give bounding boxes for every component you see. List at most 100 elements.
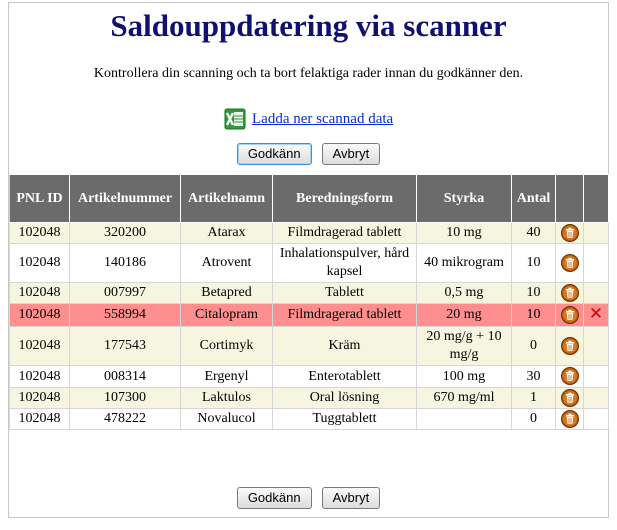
error-cell [583,386,609,409]
dosage-form-cell: Filmdragerad tablett [272,221,417,245]
article-name-cell: Novalucol [180,407,273,431]
approve-button-top[interactable]: Godkänn [236,143,312,165]
article-number-cell: 140186 [69,243,181,284]
article-number-cell: 320200 [69,221,181,245]
error-cell [583,282,609,305]
trash-icon[interactable] [560,367,579,386]
table-row: 102048 107300 Laktulos Oral lösning 670 mg/m… [9,386,609,409]
delete-cell [555,407,584,431]
x-mark-icon: ✕ [588,304,604,325]
dosage-form-cell: Oral lösning [272,386,417,409]
strength-cell: 20 mg/g + 10 mg/g [416,326,512,367]
top-button-row: Godkänn Avbryt [0,143,617,165]
article-number-cell: 478222 [69,407,181,431]
article-name-cell: Betapred [180,282,273,305]
bottom-button-row: Godkänn Avbryt [0,487,617,509]
table-header-row: PNL ID Artikelnummer Artikelnamn Berednings… [9,174,609,223]
pnl-id-cell: 102048 [9,386,70,409]
error-cell: ✕ [583,303,609,328]
error-cell [583,365,609,388]
dosage-form-cell: Enterotablett [272,365,417,388]
quantity-cell: 1 [511,386,556,409]
table-row: 102048 558994 Citalopram Filmdragerad table… [9,303,609,328]
header-dosage-form: Beredningsform [272,174,417,223]
trash-icon[interactable] [560,254,579,273]
article-number-cell: 558994 [69,303,181,328]
dosage-form-cell: Tuggtablett [272,407,417,431]
strength-cell: 20 mg [416,303,512,328]
table-row: 102048 007997 Betapred Tablett 0,5 mg 10 [9,282,609,305]
quantity-cell: 40 [511,221,556,245]
pnl-id-cell: 102048 [9,407,70,431]
delete-cell [555,243,584,284]
table-row: 102048 320200 Atarax Filmdragerad tablett 10… [9,221,609,245]
delete-cell [555,282,584,305]
strength-cell: 40 mikrogram [416,243,512,284]
delete-cell [555,365,584,388]
table-row: 102048 177543 Cortimyk Kräm 20 mg/g + 10 mg/… [9,326,609,367]
instruction-text: Kontrollera din scanning och ta bort fel… [93,66,524,81]
header-delete [555,174,584,223]
error-cell [583,243,609,284]
pnl-id-cell: 102048 [9,243,70,284]
article-number-cell: 007997 [69,282,181,305]
pnl-id-cell: 102048 [9,282,70,305]
delete-cell [555,221,584,245]
strength-cell: 670 mg/ml [416,386,512,409]
cancel-button-bottom[interactable]: Avbryt [321,487,381,509]
article-number-cell: 107300 [69,386,181,409]
strength-cell: 100 mg [416,365,512,388]
header-error [583,174,609,223]
dosage-form-cell: Filmdragerad tablett [272,303,417,328]
article-number-cell: 177543 [69,326,181,367]
table-row: 102048 478222 Novalucol Tuggtablett 0 [9,407,609,431]
scanned-items-table: PNL ID Artikelnummer Artikelnamn Berednings… [9,174,609,431]
article-name-cell: Atarax [180,221,273,245]
quantity-cell: 0 [511,407,556,431]
trash-icon[interactable] [560,284,579,303]
article-name-cell: Citalopram [180,303,273,328]
download-link[interactable]: Ladda ner scannad data [252,111,393,128]
pnl-id-cell: 102048 [9,365,70,388]
trash-icon[interactable] [560,306,579,325]
quantity-cell: 0 [511,326,556,367]
dosage-form-cell: Kräm [272,326,417,367]
strength-cell [416,407,512,431]
delete-cell [555,303,584,328]
page-title: Saldouppdatering via scanner [110,8,507,43]
header-article-number: Artikelnummer [69,174,181,223]
quantity-cell: 10 [511,282,556,305]
header-article-name: Artikelnamn [180,174,273,223]
trash-icon[interactable] [560,388,579,407]
article-name-cell: Cortimyk [180,326,273,367]
cancel-button-top[interactable]: Avbryt [321,143,381,165]
quantity-cell: 30 [511,365,556,388]
delete-cell [555,386,584,409]
article-number-cell: 008314 [69,365,181,388]
pnl-id-cell: 102048 [9,326,70,367]
dosage-form-cell: Tablett [272,282,417,305]
quantity-cell: 10 [511,303,556,328]
dosage-form-cell: Inhalationspulver, hård kapsel [272,243,417,284]
error-cell [583,407,609,431]
article-name-cell: Atrovent [180,243,273,284]
trash-icon[interactable] [560,224,579,242]
excel-icon[interactable] [224,108,246,130]
header-strength: Styrka [416,174,512,223]
strength-cell: 10 mg [416,221,512,245]
trash-icon[interactable] [560,337,579,356]
header-pnl-id: PNL ID [9,174,70,223]
trash-icon[interactable] [560,409,579,428]
approve-button-bottom[interactable]: Godkänn [236,487,312,509]
table-row: 102048 140186 Atrovent Inhalationspulver, h… [9,243,609,284]
article-name-cell: Laktulos [180,386,273,409]
header-quantity: Antal [511,174,556,223]
pnl-id-cell: 102048 [9,221,70,245]
error-cell [583,326,609,367]
error-cell [583,221,609,245]
article-name-cell: Ergenyl [180,365,273,388]
quantity-cell: 10 [511,243,556,284]
pnl-id-cell: 102048 [9,303,70,328]
delete-cell [555,326,584,367]
strength-cell: 0,5 mg [416,282,512,305]
